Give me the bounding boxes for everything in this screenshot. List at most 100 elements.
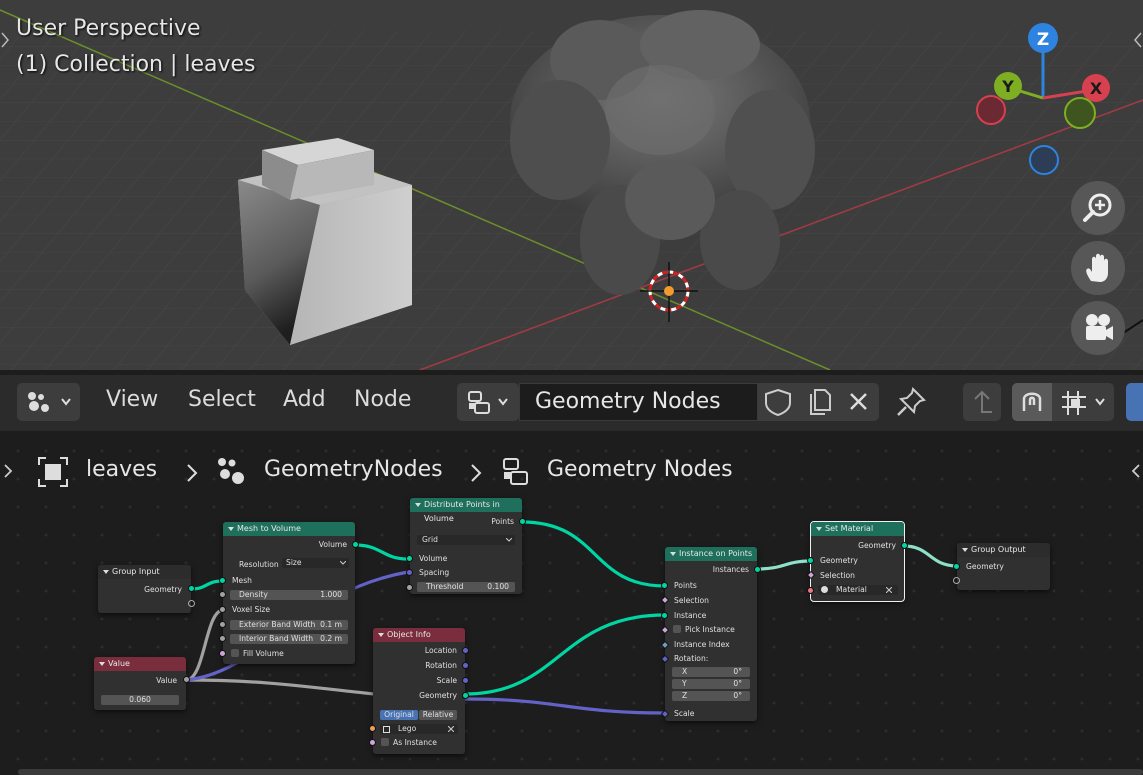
interior-band-field[interactable]: Interior Band Width 0.2 m (230, 634, 348, 644)
node-distribute-points-in-volume[interactable]: Distribute Points in Volume Points Grid … (406, 498, 526, 594)
socket-label: Points (491, 517, 514, 526)
output-socket-points[interactable] (519, 518, 526, 525)
socket-label: Pick Instance (685, 625, 735, 634)
node-object-info[interactable]: Object Info Location Rotation Scale Geom… (369, 628, 469, 754)
pin-button[interactable] (892, 383, 930, 421)
output-socket-location[interactable] (462, 647, 469, 654)
material-icon (821, 586, 828, 593)
exterior-band-field[interactable]: Exterior Band Width 0.1 m (230, 620, 348, 630)
object-icon (383, 726, 390, 733)
input-socket-voxel-size[interactable] (219, 606, 226, 613)
object-field-value: Lego (398, 724, 417, 733)
duplicate-tree-button[interactable] (798, 383, 838, 421)
threshold-value: 0.100 (487, 582, 509, 591)
output-socket-empty[interactable] (188, 600, 195, 607)
input-socket-geometry[interactable] (807, 557, 814, 564)
socket-label: Geometry (820, 556, 858, 565)
input-socket-as-instance[interactable] (369, 739, 376, 746)
zoom-button[interactable] (1071, 181, 1125, 235)
input-socket-empty[interactable] (953, 577, 960, 584)
output-socket-rotation[interactable] (462, 662, 469, 669)
browse-node-tree-button[interactable] (457, 383, 519, 421)
input-socket-material[interactable] (807, 587, 814, 594)
input-socket-mesh[interactable] (219, 577, 226, 584)
menu-node[interactable]: Node (354, 387, 411, 412)
input-socket-geometry[interactable] (953, 563, 960, 570)
original-toggle[interactable]: Original (380, 710, 418, 720)
socket-label: Mesh (232, 576, 252, 585)
socket-label: Voxel Size (232, 605, 271, 614)
node-title: Instance on Points (665, 547, 757, 561)
exterior-band-label: Exterior Band Width (239, 620, 316, 629)
overlays-toggle[interactable] (1126, 383, 1143, 421)
input-socket-exterior-band[interactable] (219, 621, 226, 628)
horizontal-scrollbar[interactable] (18, 769, 1143, 775)
output-socket-instances[interactable] (754, 566, 761, 573)
node-value[interactable]: Value Value 0.060 (94, 657, 190, 710)
input-socket-fill-volume[interactable] (219, 650, 226, 657)
input-socket-instance[interactable] (661, 612, 668, 619)
output-socket-value[interactable] (183, 676, 190, 683)
input-socket-interior-band[interactable] (219, 635, 226, 642)
density-field[interactable]: Density 1.000 (230, 590, 348, 600)
output-socket-geometry[interactable] (188, 585, 195, 592)
interior-band-value: 0.2 m (320, 634, 342, 643)
output-socket-geometry[interactable] (901, 542, 908, 549)
pick-instance-checkbox[interactable] (673, 625, 681, 633)
close-icon[interactable] (448, 726, 454, 732)
material-field[interactable]: Material (818, 585, 898, 595)
threshold-field[interactable]: Threshold 0.100 (417, 582, 515, 592)
unlink-tree-button[interactable] (838, 383, 879, 421)
input-socket-density[interactable] (219, 591, 226, 598)
menu-select[interactable]: Select (188, 387, 256, 412)
mode-dropdown[interactable]: Grid (417, 535, 515, 545)
fake-user-button[interactable] (758, 383, 798, 421)
snap-target-dropdown[interactable] (1052, 383, 1114, 421)
rotation-x-field[interactable]: X 0° (672, 667, 750, 677)
parent-node-tree-button[interactable] (963, 383, 1001, 421)
input-socket-points[interactable] (661, 582, 668, 589)
gizmo-y-label: Y (1001, 77, 1014, 96)
node-group-output[interactable]: Group Output Geometry (953, 543, 1050, 590)
resolution-dropdown[interactable]: Size (282, 558, 349, 568)
node-mesh-to-volume[interactable]: Mesh to Volume Volume Resolution Size Me… (219, 522, 359, 664)
socket-label: Fill Volume (243, 649, 284, 658)
output-socket-geometry[interactable] (462, 692, 469, 699)
density-value: 1.000 (320, 590, 342, 599)
editor-type-button[interactable] (17, 383, 80, 421)
relative-toggle[interactable]: Relative (419, 710, 457, 720)
node-editor-canvas[interactable]: leaves GeometryNodes Geometry Nodes Grou… (0, 431, 1143, 775)
node-title: Mesh to Volume (223, 522, 355, 536)
pan-button[interactable] (1071, 241, 1125, 295)
socket-label: Geometry (419, 691, 457, 700)
duplicate-icon (810, 389, 831, 415)
node-set-material[interactable]: Set Material Geometry Geometry Selection… (806, 521, 908, 602)
input-socket-threshold[interactable] (406, 584, 413, 591)
node-instance-on-points[interactable]: Instance on Points Instances Points Sele… (660, 547, 761, 721)
fill-volume-checkbox[interactable] (231, 649, 239, 657)
output-socket-scale[interactable] (462, 677, 469, 684)
snapping-toggle[interactable] (1012, 383, 1052, 421)
camera-view-button[interactable] (1071, 301, 1125, 355)
input-socket-spacing[interactable] (406, 569, 413, 576)
menu-view[interactable]: View (106, 387, 158, 412)
as-instance-checkbox[interactable] (381, 738, 389, 746)
resolution-value: Size (286, 558, 302, 567)
output-socket-volume[interactable] (352, 541, 359, 548)
input-socket-volume[interactable] (406, 555, 413, 562)
socket-label: Geometry (966, 562, 1004, 571)
input-socket-object[interactable] (369, 725, 376, 732)
socket-label: Volume (419, 554, 448, 563)
rotation-z-field[interactable]: Z 0° (672, 691, 750, 701)
magnet-icon (1022, 392, 1042, 411)
3d-viewport[interactable]: Z Y X User Perspective (1) Collection | … (0, 0, 1143, 370)
node-tree-name-field[interactable]: Geometry Nodes (519, 383, 758, 421)
value-field[interactable]: 0.060 (101, 695, 179, 705)
menu-add[interactable]: Add (283, 387, 326, 412)
close-icon (850, 393, 867, 410)
rotation-y-field[interactable]: Y 0° (672, 679, 750, 689)
object-field[interactable]: Lego (380, 724, 458, 734)
close-icon[interactable] (886, 587, 892, 593)
zoom-in-icon (1083, 193, 1112, 222)
node-group-input[interactable]: Group Input Geometry (98, 565, 195, 613)
